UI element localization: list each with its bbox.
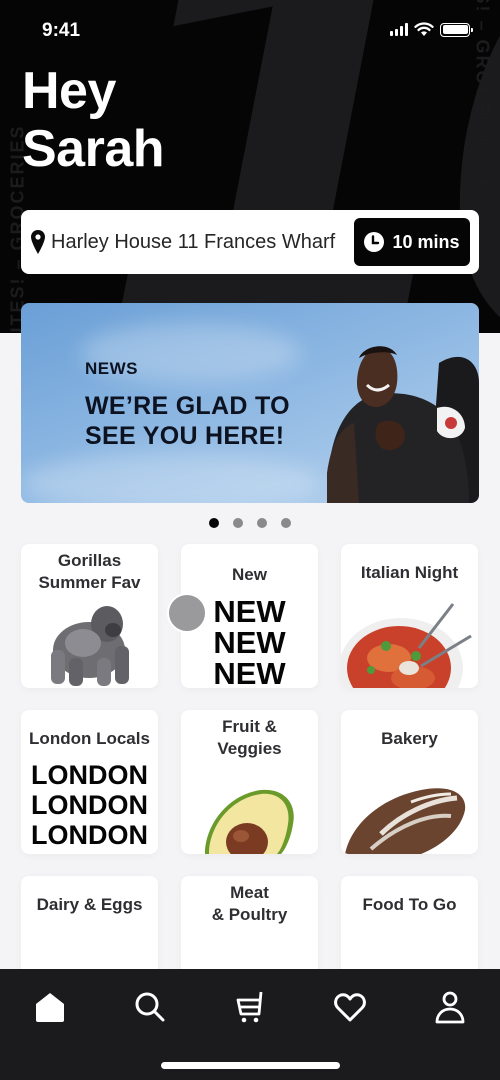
category-label-line-1: Gorillas xyxy=(57,551,122,570)
category-grid: Gorillas Summer Fav New NEW NEW NEW Ital… xyxy=(21,544,479,1020)
battery-icon xyxy=(440,22,473,37)
london-text-stack: LONDON LONDON LONDON xyxy=(21,760,158,850)
category-label-line-1: Meat xyxy=(230,883,269,902)
banner-title: WE’RE GLAD TO SEE YOU HERE! xyxy=(85,391,290,451)
home-icon xyxy=(36,993,64,1022)
delivery-address-bar[interactable]: Harley House 11 Frances Wharf 10 mins xyxy=(21,210,479,274)
cart-icon xyxy=(236,991,263,1023)
status-bar: 9:41 xyxy=(0,0,500,60)
cloud-decoration xyxy=(21,453,321,503)
tab-favorites[interactable] xyxy=(330,987,370,1027)
stack-line: NEW xyxy=(213,656,286,688)
home-indicator[interactable] xyxy=(161,1062,340,1069)
pagination-dot-1[interactable] xyxy=(209,518,219,528)
banner-title-line-2: SEE YOU HERE! xyxy=(85,422,285,450)
category-label: Food To Go xyxy=(362,895,457,914)
tab-profile[interactable] xyxy=(430,987,470,1027)
tab-bar xyxy=(0,969,500,1080)
gorilla-image xyxy=(51,606,129,686)
category-label: Italian Night xyxy=(360,563,459,582)
courier-photo xyxy=(327,346,479,503)
pagination-dot-4[interactable] xyxy=(281,518,291,528)
pagination-dot-2[interactable] xyxy=(233,518,243,528)
category-label: London Locals xyxy=(29,729,150,748)
greeting-user-name: Sarah xyxy=(22,120,165,178)
category-label-line-1: Fruit & xyxy=(222,717,277,736)
category-label: Bakery xyxy=(381,729,438,748)
greeting-line-1: Hey xyxy=(22,62,116,120)
search-icon xyxy=(135,992,165,1022)
touch-indicator xyxy=(167,593,207,633)
tab-search[interactable] xyxy=(130,987,170,1027)
banner-pagination xyxy=(0,518,500,528)
heart-icon xyxy=(334,993,366,1022)
pasta-image xyxy=(341,603,472,688)
tab-cart[interactable] xyxy=(230,987,270,1027)
category-label: Dairy & Eggs xyxy=(36,895,143,914)
banner-kicker: NEWS xyxy=(85,359,138,378)
pagination-dot-3[interactable] xyxy=(257,518,267,528)
location-pin-icon xyxy=(31,230,45,254)
status-time: 9:41 xyxy=(42,20,81,41)
category-tile-bakery[interactable]: Bakery xyxy=(341,710,478,854)
stack-line: LONDON xyxy=(31,760,148,790)
signal-icon xyxy=(390,23,408,36)
banner-title-line-1: WE’RE GLAD TO xyxy=(85,392,290,420)
status-icons xyxy=(390,22,473,37)
tab-home[interactable] xyxy=(30,987,70,1027)
bread-image xyxy=(345,788,466,854)
avocado-image xyxy=(205,789,294,854)
category-label: New xyxy=(232,565,267,584)
stack-line: LONDON xyxy=(31,790,148,820)
greeting: Hey Sarah xyxy=(22,62,165,178)
news-banner[interactable]: NEWS WE’RE GLAD TO SEE YOU HERE! xyxy=(21,303,479,503)
clock-icon xyxy=(364,232,385,252)
header: 10 10 MINUTES! – GROCERIES MINUTES! – GR… xyxy=(0,0,500,333)
category-tile-gorillas-summer-fav[interactable]: Gorillas Summer Fav xyxy=(21,544,158,688)
category-tile-fruit-veggies[interactable]: Fruit & Veggies xyxy=(181,710,318,854)
stack-line: NEW xyxy=(213,625,286,660)
wifi-icon xyxy=(414,22,434,36)
category-tile-london-locals[interactable]: London Locals LONDON LONDON LONDON xyxy=(21,710,158,854)
profile-icon xyxy=(435,991,465,1024)
delivery-eta-button[interactable]: 10 mins xyxy=(354,218,470,266)
category-tile-italian-night[interactable]: Italian Night xyxy=(341,544,478,688)
delivery-eta-label: 10 mins xyxy=(392,231,460,252)
stack-line: LONDON xyxy=(31,820,148,850)
